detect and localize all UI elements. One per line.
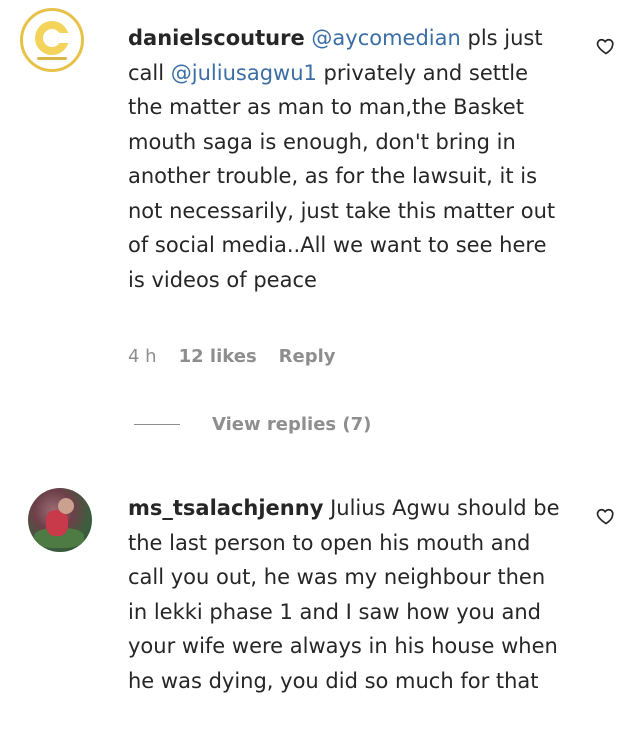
avatar[interactable] bbox=[28, 488, 92, 552]
comment-meta: 4 h 12 likes Reply bbox=[128, 346, 336, 367]
comment-body: Julius Agwu should be the last person to… bbox=[128, 496, 560, 693]
comment-username[interactable]: ms_tsalachjenny bbox=[128, 496, 323, 520]
comment-text: danielscouture @aycomedian pls just call… bbox=[128, 21, 568, 297]
view-replies-button[interactable]: View replies (7) bbox=[134, 414, 371, 435]
comment-likes[interactable]: 12 likes bbox=[179, 346, 257, 367]
heart-outline-icon[interactable] bbox=[596, 36, 616, 56]
comment-time: 4 h bbox=[128, 346, 157, 367]
view-replies-label: View replies (7) bbox=[212, 414, 372, 435]
avatar[interactable] bbox=[20, 8, 84, 72]
heart-outline-icon[interactable] bbox=[596, 506, 616, 526]
comment-text: ms_tsalachjenny Julius Agwu should be th… bbox=[128, 491, 568, 698]
reply-button[interactable]: Reply bbox=[279, 346, 336, 367]
comment-body: privately and settle the matter as man t… bbox=[128, 60, 556, 292]
comment-username[interactable]: danielscouture bbox=[128, 26, 305, 50]
mention-link[interactable]: @juliusagwu1 bbox=[171, 61, 317, 85]
mention-link[interactable]: @aycomedian bbox=[311, 26, 460, 50]
divider-line bbox=[134, 424, 180, 425]
